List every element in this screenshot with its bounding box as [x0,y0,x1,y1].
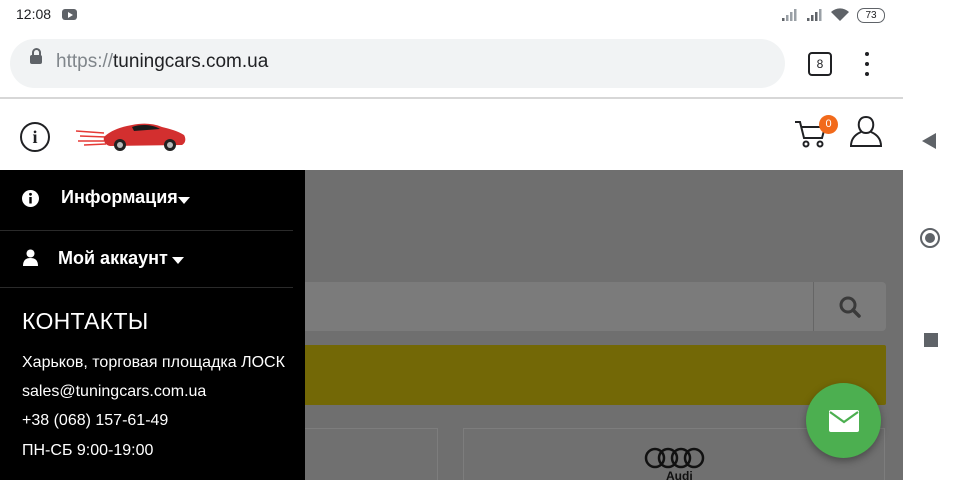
menu-item-label: Мой аккаунт [58,248,168,268]
chevron-down-icon [178,197,190,204]
lock-icon [30,48,42,64]
contact-phone[interactable]: +38 (068) 157-61-49 [22,412,168,430]
status-bar: 12:08 73 [0,0,903,30]
search-bar[interactable] [250,282,886,331]
recents-icon[interactable] [924,333,938,347]
side-drawer: Информация Мой аккаунт КОНТАКТЫ Харьков,… [0,170,305,480]
status-time: 12:08 [16,6,52,22]
back-icon[interactable] [922,133,936,149]
site-header: i 0 [0,99,903,170]
search-button[interactable] [813,282,886,331]
url-host: tuningcars.com.ua [113,51,269,72]
battery-icon: 73 [857,8,885,23]
menu-item-account[interactable]: Мой аккаунт [0,231,293,288]
info-icon[interactable]: i [20,122,50,152]
menu-item-label: Информация [61,187,178,207]
tab-switcher-button[interactable]: 8 [808,52,832,76]
contacts-heading: КОНТАКТЫ [22,308,149,334]
signal-icon [807,9,822,21]
home-icon[interactable] [920,228,940,248]
contact-address: Харьков, торговая площадка ЛОСК [22,354,285,371]
logo-car[interactable] [74,117,192,153]
youtube-icon [62,9,77,20]
mail-icon [829,410,859,432]
cart-count-badge: 0 [819,115,838,134]
brand-card-label: Audi [666,469,693,480]
promo-banner[interactable] [250,345,886,405]
user-icon [23,249,38,266]
user-icon[interactable] [848,113,884,149]
message-fab-button[interactable] [806,383,881,458]
address-bar[interactable]: https://tuningcars.com.ua [10,39,785,88]
url-protocol: https:// [56,51,114,72]
browser-menu-icon[interactable] [862,52,872,76]
info-icon [22,190,39,207]
wifi-icon [831,8,849,21]
android-nav-bar [903,0,960,480]
chevron-down-icon [172,257,184,264]
phone-screen: 12:08 73 https://tuningcars.com.ua 8 i 0… [0,0,903,480]
search-icon [839,296,861,318]
contact-email[interactable]: sales@tuningcars.com.ua [22,383,206,401]
contact-hours: ПН-СБ 9:00-19:00 [22,442,154,459]
signal-icon [782,9,797,21]
audi-rings-logo [644,447,705,469]
browser-toolbar: https://tuningcars.com.ua 8 [0,30,903,98]
url-text[interactable]: https://tuningcars.com.ua [56,51,268,73]
menu-item-info[interactable]: Информация [0,170,293,231]
